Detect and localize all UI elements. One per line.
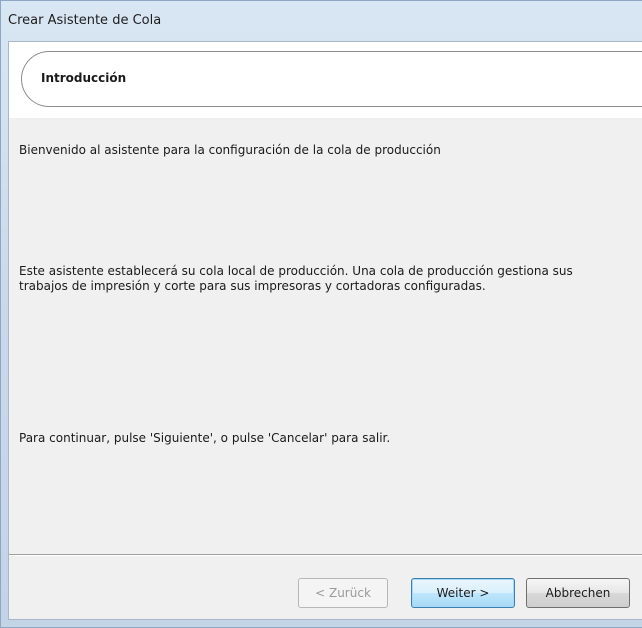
- title-bar[interactable]: Crear Asistente de Cola: [1, 1, 642, 41]
- wizard-window: Crear Asistente de Cola Introducción Bie…: [0, 0, 642, 628]
- wizard-header: Introducción: [9, 42, 642, 118]
- continue-instructions: Para continuar, pulse 'Siguiente', o pul…: [19, 431, 391, 445]
- cancel-button[interactable]: Abbrechen: [526, 578, 630, 608]
- description-text: Este asistente establecerá su cola local…: [19, 264, 573, 293]
- header-banner: Introducción: [21, 51, 642, 107]
- back-button[interactable]: < Zurück: [298, 578, 388, 608]
- window-title: Crear Asistente de Cola: [8, 13, 162, 28]
- welcome-text: Bienvenido al asistente para la configur…: [19, 143, 441, 157]
- footer-divider: [9, 554, 642, 556]
- wizard-body: Introducción Bienvenido al asistente par…: [8, 41, 642, 620]
- page-title: Introducción: [41, 71, 127, 85]
- next-button[interactable]: Weiter >: [411, 578, 515, 608]
